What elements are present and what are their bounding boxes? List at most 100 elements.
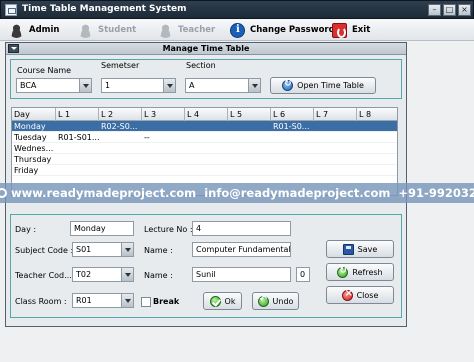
menu-student[interactable]: Student [78,21,136,39]
lecture-cell[interactable] [314,154,357,165]
day-field[interactable]: Monday [70,221,134,236]
lecture-cell[interactable] [56,165,99,176]
day-cell[interactable]: Friday [12,165,56,176]
lecture-cell[interactable] [142,143,185,154]
lecture-cell[interactable]: R01-S0... [271,121,314,132]
lecture-cell[interactable] [357,132,397,143]
menu-student-label: Student [98,25,137,35]
lecture-cell[interactable] [314,143,357,154]
lecture-cell[interactable] [56,154,99,165]
window-title-bar[interactable]: Time Table Management System – □ × [0,0,474,19]
frame-title-bar[interactable]: Manage Time Table [6,43,406,55]
table-row[interactable]: Wednes... [12,143,397,154]
lecture-cell[interactable] [228,132,271,143]
lecture-cell[interactable] [185,154,228,165]
open-timetable-button[interactable]: Open Time Table [270,77,376,94]
close-window-button[interactable]: × [458,4,471,16]
lecture-cell[interactable] [142,154,185,165]
menu-bar: Admin Student Teacher Change Password Ex… [0,19,474,41]
chevron-down-icon[interactable] [248,79,260,92]
lecture-cell[interactable] [56,121,99,132]
col-header-l3[interactable]: L 3 [142,108,185,121]
semester-select[interactable]: 1 [101,78,176,93]
undo-label: Undo [272,296,294,306]
menu-teacher[interactable]: Teacher [158,21,215,39]
lecture-cell[interactable] [357,121,397,132]
day-cell[interactable]: Monday [12,121,56,132]
subject-code-select[interactable]: S01 [72,242,134,257]
chevron-down-icon[interactable] [79,79,91,92]
lecture-field[interactable]: 4 [192,221,291,236]
col-header-day[interactable]: Day [12,108,56,121]
undo-button[interactable]: Undo [252,292,299,310]
break-checkbox[interactable] [141,297,151,307]
classroom-select[interactable]: R01 [72,293,134,308]
chevron-down-icon[interactable] [121,294,133,307]
close-button[interactable]: Close [326,286,394,304]
lecture-cell[interactable] [357,165,397,176]
lecture-cell[interactable] [99,143,142,154]
lecture-cell[interactable] [228,143,271,154]
teacher-name-field[interactable]: Sunil [192,267,291,282]
lecture-cell[interactable] [185,165,228,176]
chevron-down-icon[interactable] [163,79,175,92]
subject-name-field[interactable]: Computer Fundamental [192,242,291,257]
lecture-cell[interactable] [271,132,314,143]
maximize-button[interactable]: □ [443,4,456,16]
classroom-label: Class Room : [15,297,67,306]
col-header-l1[interactable]: L 1 [56,108,99,121]
semester-value: 1 [105,81,111,90]
lecture-cell[interactable] [314,165,357,176]
minimize-button[interactable]: – [428,4,441,16]
col-header-l6[interactable]: L 6 [271,108,314,121]
lecture-cell[interactable] [185,132,228,143]
day-cell[interactable]: Wednes... [12,143,56,154]
col-header-l5[interactable]: L 5 [228,108,271,121]
lecture-cell[interactable] [185,121,228,132]
ok-button[interactable]: Ok [203,292,242,310]
lecture-cell[interactable] [314,132,357,143]
lecture-cell[interactable] [142,121,185,132]
menu-exit[interactable]: Exit [332,21,370,39]
lecture-cell[interactable] [357,143,397,154]
col-header-l8[interactable]: L 8 [357,108,397,121]
lecture-cell[interactable] [228,121,271,132]
refresh-button[interactable]: Refresh [326,263,394,281]
teacher-extra-field[interactable]: 0 [296,267,310,282]
col-header-l4[interactable]: L 4 [185,108,228,121]
lecture-cell[interactable] [357,154,397,165]
lecture-cell[interactable]: R02-S0... [99,121,142,132]
day-cell[interactable]: Tuesday [12,132,56,143]
lecture-cell[interactable]: -- [142,132,185,143]
lecture-cell[interactable] [185,143,228,154]
undo-icon [257,295,269,307]
lecture-cell[interactable] [99,132,142,143]
menu-change-password[interactable]: Change Password [230,21,335,39]
table-row[interactable]: Friday [12,165,397,176]
save-button[interactable]: Save [326,240,394,258]
chevron-down-icon[interactable] [121,268,133,281]
col-header-l2[interactable]: L 2 [99,108,142,121]
table-row[interactable]: Tuesday R01-S01... -- [12,132,397,143]
col-header-l7[interactable]: L 7 [314,108,357,121]
lecture-cell[interactable] [99,165,142,176]
lecture-cell[interactable] [228,165,271,176]
lecture-cell[interactable] [271,154,314,165]
lecture-cell[interactable]: R01-S01... [56,132,99,143]
lecture-cell[interactable] [271,143,314,154]
lecture-cell[interactable] [271,165,314,176]
table-row[interactable]: Thursday [12,154,397,165]
course-select[interactable]: BCA [16,78,92,93]
teacher-code-select[interactable]: T02 [72,267,134,282]
lecture-cell[interactable] [99,154,142,165]
lecture-cell[interactable] [228,154,271,165]
lecture-cell[interactable] [142,165,185,176]
table-row[interactable]: Monday R02-S0... R01-S0... [12,121,397,132]
lecture-cell[interactable] [56,143,99,154]
refresh-icon [337,266,349,278]
day-cell[interactable]: Thursday [12,154,56,165]
chevron-down-icon[interactable] [121,243,133,256]
section-select[interactable]: A [185,78,261,93]
menu-admin[interactable]: Admin [9,21,60,39]
lecture-cell[interactable] [314,121,357,132]
